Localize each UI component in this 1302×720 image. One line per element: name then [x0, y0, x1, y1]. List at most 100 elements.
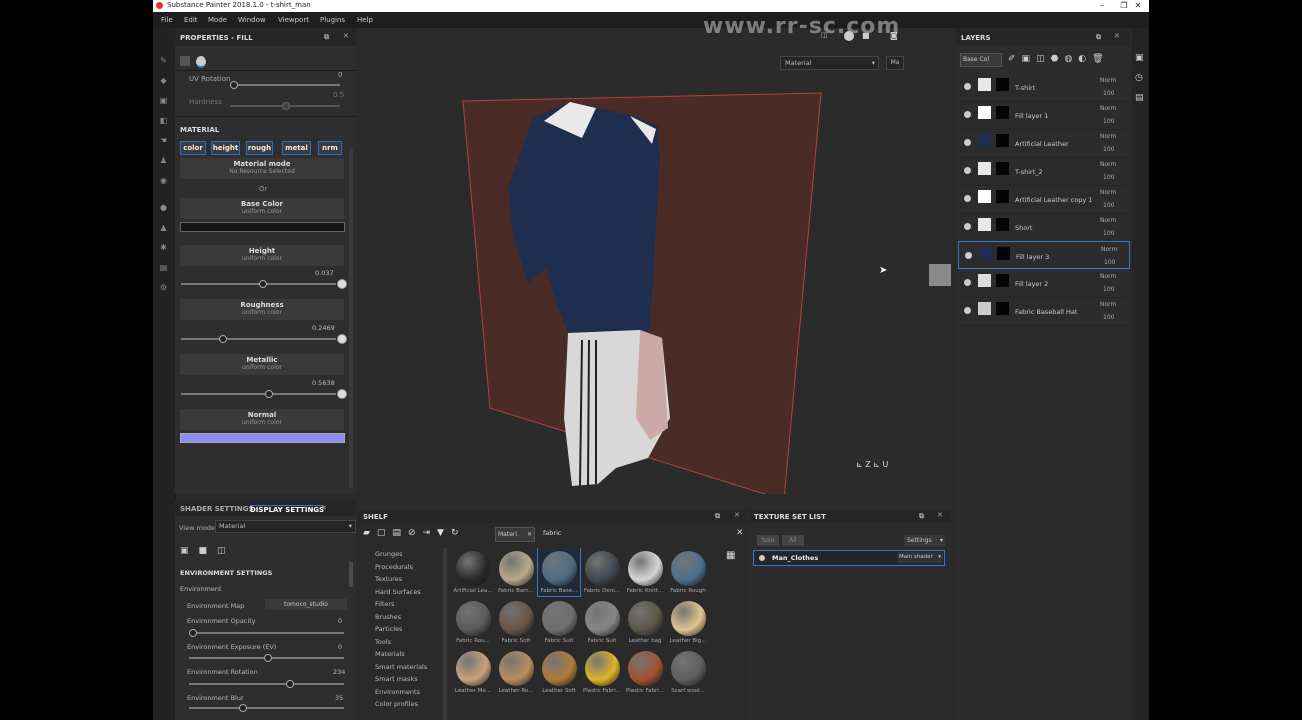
smudge-icon[interactable]: ☚ — [159, 136, 168, 145]
layer-row[interactable]: Fill layer 3 Norm 100 — [958, 241, 1130, 269]
shelf-category-item[interactable]: Smart masks — [375, 675, 418, 683]
tab-display-settings[interactable]: DISPLAY SETTINGS — [250, 505, 325, 514]
layer-name[interactable]: Fill layer 1 — [1015, 112, 1048, 120]
tab-shader-settings[interactable]: SHADER SETTINGS — [180, 505, 254, 513]
float-icon[interactable]: ⧉ — [919, 512, 924, 521]
slider-knob[interactable] — [264, 654, 272, 662]
shelf-item[interactable]: Fabric Base... — [537, 548, 581, 597]
layer-blend-mode[interactable]: Norm — [1100, 105, 1116, 112]
menu-edit[interactable]: Edit — [184, 16, 198, 24]
shelf-category-item[interactable]: Textures — [375, 575, 402, 583]
material-mode-box[interactable]: Material mode No Resource Selected — [180, 158, 344, 179]
visibility-eye-icon[interactable] — [964, 307, 971, 314]
gear-icon[interactable]: ⚙ — [159, 283, 168, 292]
layers-tab-icon[interactable]: ▣ — [1135, 53, 1144, 63]
shelf-item[interactable]: Fabric Soft — [495, 598, 537, 646]
close-icon[interactable]: ✕ — [343, 32, 349, 40]
uv-rotation-slider[interactable] — [230, 81, 340, 89]
solo-button[interactable]: Solo — [757, 535, 779, 546]
menu-file[interactable]: File — [161, 16, 173, 24]
layer-row[interactable]: Artificial Leather copy 1 Norm 100 — [958, 185, 1130, 214]
layer-blend-mode[interactable]: Norm — [1100, 133, 1116, 140]
shelf-category-item[interactable]: Environments — [375, 688, 420, 696]
shelf-category-item[interactable]: Grunges — [375, 550, 402, 558]
add-layer-icon[interactable]: ◍ — [1064, 54, 1078, 64]
close-icon[interactable]: ✕ — [1114, 32, 1120, 40]
hardness-slider[interactable] — [230, 102, 340, 110]
base-color-box[interactable]: Base Color uniform color — [180, 198, 344, 219]
shelf-category-item[interactable]: Filters — [375, 600, 394, 608]
layer-row[interactable]: T-shirt_2 Norm 100 — [958, 157, 1130, 186]
env-opacity-slider[interactable] — [189, 629, 344, 637]
visibility-eye-icon[interactable] — [964, 279, 971, 286]
properties-scrollbar[interactable] — [349, 148, 353, 488]
layer-opacity[interactable]: 100 — [1103, 230, 1114, 237]
visibility-eye-icon[interactable] — [965, 252, 972, 259]
projection-icon[interactable]: ▣ — [159, 96, 168, 105]
channel-metal-button[interactable]: metal — [282, 141, 311, 155]
shelf-category-item[interactable]: Tools — [375, 638, 391, 646]
metallic-slider[interactable] — [181, 390, 336, 398]
height-picker-icon[interactable] — [337, 279, 347, 289]
layer-opacity[interactable]: 100 — [1103, 174, 1114, 181]
clear-search-icon[interactable]: ✕ — [736, 528, 744, 538]
layer-blend-mode[interactable]: Norm — [1101, 246, 1117, 253]
camera-icon[interactable]: ■ — [199, 546, 218, 556]
view-mode-select[interactable]: Material ▾ — [215, 520, 356, 533]
layer-opacity[interactable]: 100 — [1103, 90, 1114, 97]
shelf-item[interactable]: Leather Me... — [452, 648, 494, 696]
metallic-picker-icon[interactable] — [337, 389, 347, 399]
channel-rough-button[interactable]: rough — [246, 141, 273, 155]
settings-dropdown[interactable]: Settings ▾ — [904, 535, 945, 546]
filter-tag[interactable]: Materi ✕ — [495, 527, 535, 542]
close-icon[interactable]: ✕ — [527, 528, 532, 541]
shelf-category-item[interactable]: Particles — [375, 625, 402, 633]
image-icon[interactable]: ▣ — [180, 546, 199, 556]
visibility-eye-icon[interactable] — [964, 167, 971, 174]
layer-blend-mode[interactable]: Norm — [1100, 161, 1116, 168]
normal-color-swatch[interactable] — [180, 433, 345, 443]
texture-set-row[interactable]: Man_Clothes Main shader ▾ — [753, 550, 945, 566]
menu-help[interactable]: Help — [357, 16, 373, 24]
folder-icon[interactable]: ▰ — [363, 528, 377, 538]
layer-opacity[interactable]: 100 — [1104, 259, 1115, 266]
paint-layer-icon[interactable]: ◐ — [1078, 54, 1092, 64]
visibility-icon[interactable] — [759, 555, 765, 561]
layer-row[interactable]: Fill layer 2 Norm 100 — [958, 269, 1130, 298]
height-slider-knob[interactable] — [259, 280, 267, 288]
shelf-item[interactable]: Fabric Knitt... — [624, 548, 666, 596]
shelf-category-item[interactable]: Hard Surfaces — [375, 588, 421, 596]
shelf-item[interactable]: Scarf wool... — [667, 648, 709, 696]
visibility-eye-icon[interactable] — [964, 111, 971, 118]
slider-knob[interactable] — [230, 81, 238, 89]
layer-name[interactable]: T-shirt — [1015, 84, 1035, 92]
roughness-slider-knob[interactable] — [218, 335, 227, 343]
layer-row[interactable]: Short Norm 100 — [958, 213, 1130, 242]
env-map-field[interactable]: tomoco_studio — [265, 599, 347, 610]
channel-nrm-button[interactable]: nrm — [318, 141, 342, 155]
minimize-button[interactable]: – — [1091, 0, 1113, 12]
layer-opacity[interactable]: 100 — [1103, 314, 1114, 321]
geometry-mask-icon[interactable]: ◧ — [159, 116, 168, 125]
add-effect-icon[interactable]: ▣ — [1022, 54, 1037, 64]
slider-knob[interactable] — [239, 704, 247, 712]
crop-icon[interactable]: ◫ — [217, 546, 236, 556]
shelf-item[interactable]: Leather bag — [624, 598, 666, 646]
fill-tab-icon[interactable] — [180, 56, 190, 66]
menu-viewport[interactable]: Viewport — [278, 16, 309, 24]
add-mask-icon[interactable]: ✐ — [1008, 54, 1022, 64]
close-window-button[interactable]: ✕ — [1127, 0, 1149, 12]
shelf-item[interactable]: Fabric Deni... — [581, 548, 623, 596]
visibility-eye-icon[interactable] — [964, 195, 971, 202]
layer-name[interactable]: Fill layer 2 — [1015, 280, 1048, 288]
channel-height-button[interactable]: height — [211, 141, 240, 155]
settings-scrollbar[interactable] — [349, 562, 353, 587]
height-slider[interactable] — [181, 280, 336, 288]
layer-blend-mode[interactable]: Norm — [1100, 301, 1116, 308]
layer-name[interactable]: Artificial Leather copy 1 — [1015, 196, 1092, 204]
shelf-item[interactable]: Fabric Suit — [581, 598, 623, 646]
shelf-item[interactable]: Plastic Fabri... — [624, 648, 666, 696]
shelf-category-item[interactable]: Brushes — [375, 613, 401, 621]
layer-name[interactable]: Artificial Leather — [1015, 140, 1069, 148]
layer-opacity[interactable]: 100 — [1103, 118, 1114, 125]
